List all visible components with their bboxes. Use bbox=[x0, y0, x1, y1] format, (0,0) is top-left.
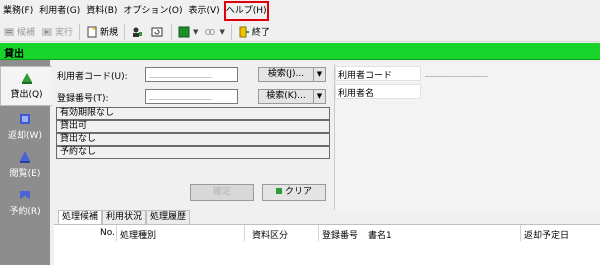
nav-label-lend: 貸出(Q) bbox=[10, 90, 43, 100]
execute-icon bbox=[42, 27, 53, 36]
link-icon bbox=[205, 28, 216, 35]
info-user-code-row: 利用者コード _____________ bbox=[335, 66, 600, 81]
execute-button[interactable]: 実行 bbox=[38, 23, 76, 41]
grid-header-no[interactable]: No. bbox=[100, 228, 115, 238]
search-user-dropdown[interactable]: ▼ bbox=[314, 67, 326, 82]
menu-bar: 業務(F) 利用者(G) 資料(B) オプション(O) 表示(V) ヘルプ(H) bbox=[0, 0, 600, 22]
green-action-button[interactable]: ▼ bbox=[175, 23, 201, 41]
status-item: 貸出なし bbox=[56, 133, 330, 146]
user-info-panel: 利用者コード _____________ 利用者名 bbox=[334, 64, 600, 210]
menu-help[interactable]: ヘルプ(H) bbox=[223, 0, 270, 22]
green-square-icon bbox=[178, 26, 190, 37]
menu-material[interactable]: 資料(B) bbox=[83, 0, 120, 22]
chevron-down-icon[interactable]: ▼ bbox=[193, 28, 198, 36]
nav-item-return[interactable]: 返却(W) bbox=[0, 108, 50, 148]
lend-form: 利用者コード(U): _____________ 検索(J)... ▼ 登録番号… bbox=[52, 60, 332, 210]
new-document-icon bbox=[87, 26, 97, 37]
toolbar-separator bbox=[79, 23, 81, 40]
chevron-down-icon[interactable]: ▼ bbox=[219, 28, 224, 36]
nav-item-browse[interactable]: 閲覧(E) bbox=[0, 146, 50, 186]
menu-view[interactable]: 表示(V) bbox=[186, 0, 223, 22]
clear-button[interactable]: クリア bbox=[262, 184, 326, 201]
candidate-label: 候補 bbox=[17, 28, 36, 38]
execute-label: 実行 bbox=[55, 28, 74, 38]
page-title: 貸出 bbox=[4, 49, 24, 60]
exit-label: 終了 bbox=[251, 28, 270, 38]
info-user-name-label: 利用者名 bbox=[338, 89, 375, 99]
candidate-icon bbox=[4, 27, 14, 36]
toolbar-separator bbox=[171, 23, 173, 40]
clear-label: クリア bbox=[284, 187, 312, 197]
grid-header-reg-no[interactable]: 登録番号 bbox=[322, 228, 358, 241]
toolbar-separator bbox=[230, 23, 232, 40]
column-divider[interactable] bbox=[318, 225, 319, 241]
title-bar: 貸出 bbox=[0, 43, 600, 60]
left-nav: 貸出(Q) 返却(W) 閲覧(E) 予約(R) bbox=[0, 60, 52, 265]
grid-header-due[interactable]: 返却予定日 bbox=[524, 228, 569, 241]
user-code-input[interactable]: _____________ bbox=[145, 67, 238, 82]
refresh-button[interactable] bbox=[148, 23, 168, 41]
link-button[interactable]: ▼ bbox=[201, 23, 227, 41]
confirm-button[interactable]: 確定 bbox=[190, 184, 254, 201]
exit-button[interactable]: 終了 bbox=[235, 23, 273, 41]
search-user-button[interactable]: 検索(J)... bbox=[258, 67, 314, 82]
column-divider[interactable] bbox=[520, 225, 521, 241]
chevron-down-icon: ▼ bbox=[316, 92, 323, 100]
reg-no-label: 登録番号(T): bbox=[57, 94, 109, 104]
chevron-down-icon: ▼ bbox=[316, 70, 323, 78]
menu-user[interactable]: 利用者(G) bbox=[36, 0, 83, 22]
nav-item-lend[interactable]: 貸出(Q) bbox=[0, 66, 52, 106]
nav-item-reserve[interactable]: 予約(R) bbox=[0, 184, 50, 224]
info-user-name-row: 利用者名 bbox=[335, 84, 600, 99]
user-button[interactable] bbox=[128, 23, 148, 41]
browse-icon bbox=[20, 151, 30, 163]
grid-header-type[interactable]: 処理種別 bbox=[120, 228, 156, 241]
return-icon bbox=[20, 114, 30, 124]
menu-option[interactable]: オプション(O) bbox=[120, 0, 185, 22]
info-user-code-value: _____________ bbox=[425, 68, 488, 77]
tab-history[interactable]: 処理履歴 bbox=[146, 210, 191, 224]
column-divider[interactable] bbox=[116, 225, 117, 241]
green-square-icon bbox=[275, 188, 282, 194]
lend-icon bbox=[21, 73, 32, 84]
user-icon bbox=[133, 27, 143, 37]
refresh-icon bbox=[151, 27, 163, 36]
status-item: 貸出可 bbox=[56, 120, 330, 133]
menu-business[interactable]: 業務(F) bbox=[0, 0, 36, 22]
reserve-icon bbox=[20, 191, 30, 199]
grid-header-category[interactable]: 資料区分 bbox=[252, 228, 288, 241]
tab-candidates[interactable]: 処理候補 bbox=[58, 210, 103, 224]
nav-label-reserve: 予約(R) bbox=[9, 207, 41, 217]
tab-usage[interactable]: 利用状況 bbox=[102, 210, 147, 224]
bottom-tabs: 処理候補 利用状況 処理履歴 bbox=[58, 210, 191, 224]
search-reg-button[interactable]: 検索(K)... bbox=[258, 89, 314, 104]
toolbar: 候補 実行 新規 ▼ ▼ 終了 bbox=[0, 22, 600, 42]
status-item: 予約なし bbox=[56, 146, 330, 159]
new-button[interactable]: 新規 bbox=[83, 23, 121, 41]
result-grid: No. 処理種別 資料区分 登録番号 書名1 返却予定日 bbox=[54, 224, 600, 265]
user-code-label: 利用者コード(U): bbox=[57, 72, 128, 82]
toolbar-separator bbox=[124, 23, 126, 40]
new-label: 新規 bbox=[100, 28, 119, 38]
column-divider[interactable] bbox=[244, 225, 245, 241]
exit-icon bbox=[239, 26, 249, 37]
nav-label-return: 返却(W) bbox=[8, 131, 42, 141]
info-user-code-label: 利用者コード bbox=[338, 71, 393, 81]
reg-no-input[interactable]: _____________ bbox=[145, 89, 238, 104]
status-item: 有効期限なし bbox=[56, 107, 330, 120]
status-list: 有効期限なし 貸出可 貸出なし 予約なし bbox=[56, 107, 330, 159]
nav-label-browse: 閲覧(E) bbox=[9, 169, 41, 179]
grid-header-title[interactable]: 書名1 bbox=[368, 228, 392, 241]
candidate-button[interactable]: 候補 bbox=[0, 23, 38, 41]
search-reg-dropdown[interactable]: ▼ bbox=[314, 89, 326, 104]
